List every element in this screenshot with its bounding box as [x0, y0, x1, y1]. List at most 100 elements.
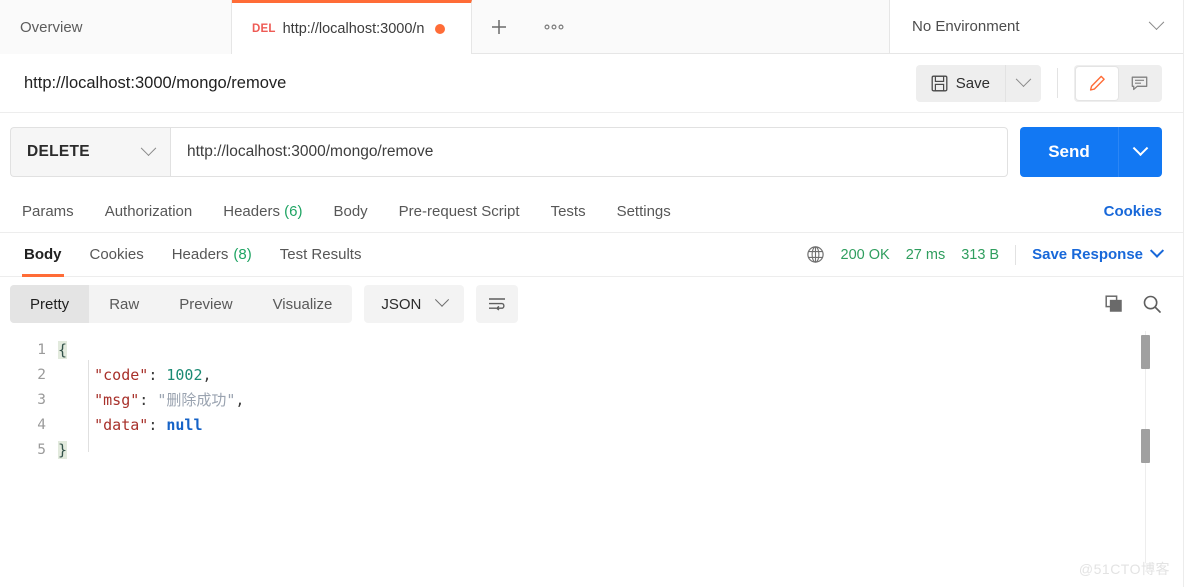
view-pretty[interactable]: Pretty: [10, 285, 90, 323]
url-row: DELETE http://localhost:3000/mongo/remov…: [0, 113, 1184, 191]
tab-strip-filler: [582, 0, 890, 53]
response-tab-body[interactable]: Body: [10, 233, 76, 277]
request-tab-tests[interactable]: Tests: [551, 203, 586, 220]
request-tab-pre-request-script[interactable]: Pre-request Script: [399, 203, 520, 220]
response-tab-label: Body: [24, 246, 62, 263]
response-time: 27 ms: [905, 246, 946, 263]
json-key-data: "data": [94, 415, 149, 434]
divider: [1057, 68, 1058, 98]
line-number: 1: [37, 341, 46, 358]
save-button-label: Save: [955, 74, 990, 92]
save-button[interactable]: Save: [915, 64, 1005, 102]
http-method-value: DELETE: [27, 143, 90, 160]
chevron-down-icon: [1015, 70, 1032, 87]
code-line: 1 {: [0, 337, 1184, 362]
language-select[interactable]: JSON: [364, 285, 465, 323]
response-tab-label: Headers: [171, 246, 229, 263]
json-value-msg: 删除成功: [166, 391, 227, 409]
search-icon[interactable]: [1142, 294, 1162, 314]
request-tab-settings[interactable]: Settings: [617, 203, 671, 220]
request-tab-body[interactable]: Body: [333, 203, 367, 220]
brace-close: }: [58, 440, 68, 459]
view-preview[interactable]: Preview: [159, 285, 252, 323]
view-raw[interactable]: Raw: [89, 285, 159, 323]
response-tab-test-results[interactable]: Test Results: [266, 233, 376, 277]
tab-request-title: http://localhost:3000/n: [282, 20, 425, 37]
save-button-group: Save: [915, 64, 1041, 102]
chevron-down-icon: [1132, 139, 1149, 156]
line-number: 2: [37, 366, 46, 383]
response-meta: 200 OK 27 ms 313 B Save Response: [806, 243, 1165, 265]
response-tabs: Body Cookies Headers (8) Test Results: [10, 233, 375, 277]
response-tab-label: Cookies: [89, 246, 144, 263]
request-tab-authorization[interactable]: Authorization: [105, 203, 193, 220]
response-tab-headers[interactable]: Headers (8): [158, 233, 266, 277]
save-options-button[interactable]: [1005, 64, 1041, 102]
save-response-button[interactable]: Save Response: [1032, 243, 1165, 263]
json-value-msg-quoted: "删除成功": [157, 391, 236, 409]
url-input-value: http://localhost:3000/mongo/remove: [187, 143, 434, 160]
floppy-disk-icon: [931, 75, 948, 91]
response-body-viewer[interactable]: 1 { 2 "code": 1002, 3 "msg": "删除成功", 4 "…: [0, 331, 1184, 563]
indent-guide: [88, 360, 89, 452]
scrollbar-thumb-outer[interactable]: [1141, 429, 1150, 463]
pencil-icon: [1089, 75, 1105, 91]
copy-icon[interactable]: [1104, 294, 1124, 314]
save-response-label: Save Response: [1032, 246, 1143, 263]
request-tab-params[interactable]: Params: [22, 203, 74, 220]
send-options-button[interactable]: [1118, 127, 1162, 177]
environment-selector[interactable]: No Environment: [890, 0, 1184, 53]
url-input[interactable]: http://localhost:3000/mongo/remove: [170, 127, 1008, 177]
new-tab-button[interactable]: [472, 0, 526, 53]
brace-open: {: [58, 340, 68, 359]
view-preview-label: Preview: [179, 295, 233, 313]
ellipsis-icon: [544, 23, 564, 29]
request-title-row: http://localhost:3000/mongo/remove Save: [0, 54, 1184, 113]
line-number: 4: [37, 416, 46, 433]
send-button[interactable]: Send: [1020, 127, 1118, 177]
language-value: JSON: [381, 295, 422, 313]
scrollbar-thumb-inner[interactable]: [1141, 335, 1150, 369]
request-tab-label: Tests: [550, 203, 586, 220]
json-key-msg: "msg": [94, 391, 140, 409]
watermark: @51CTO博客: [1078, 561, 1170, 577]
chevron-down-icon: [1149, 243, 1165, 258]
wrap-lines-button[interactable]: [476, 285, 519, 323]
request-tab-label: Settings: [616, 203, 671, 220]
title-actions: Save: [915, 64, 1162, 102]
http-method-select[interactable]: DELETE: [10, 127, 170, 177]
code-line-content: }: [58, 440, 68, 459]
view-mode-toggle: [1074, 64, 1162, 102]
request-tab-label: Pre-request Script: [398, 203, 520, 220]
page-title: http://localhost:3000/mongo/remove: [24, 73, 287, 92]
response-tab-cookies[interactable]: Cookies: [76, 233, 158, 277]
unsaved-changes-dot: [434, 23, 445, 34]
response-status: 200 OK: [840, 246, 890, 263]
response-format-bar: Pretty Raw Preview Visualize JSON: [0, 277, 1184, 331]
tab-options-button[interactable]: [526, 0, 582, 53]
cookies-link[interactable]: Cookies: [1104, 203, 1162, 220]
chevron-down-icon: [435, 292, 450, 307]
tab-overview[interactable]: Overview: [0, 0, 232, 54]
view-visualize[interactable]: Visualize: [253, 285, 353, 323]
send-button-label: Send: [1048, 142, 1090, 161]
request-tab-label: Authorization: [104, 203, 193, 220]
tab-request-active[interactable]: DEL http://localhost:3000/n: [232, 0, 472, 54]
tab-overview-label: Overview: [20, 18, 83, 36]
globe-icon[interactable]: [806, 245, 825, 264]
request-tabs-row: Params Authorization Headers (6) Body Pr…: [0, 191, 1184, 233]
comments-button[interactable]: [1118, 67, 1160, 100]
code-line: 4 "data": null: [0, 412, 1184, 437]
method-url-group: DELETE http://localhost:3000/mongo/remov…: [10, 127, 1008, 177]
code-line-content: "code": 1002,: [94, 365, 212, 384]
request-tab-headers[interactable]: Headers (6): [223, 203, 302, 220]
edit-request-button[interactable]: [1076, 66, 1118, 100]
line-number: 5: [37, 441, 46, 458]
code-line-content: {: [58, 340, 68, 359]
code-line: 2 "code": 1002,: [0, 362, 1184, 387]
response-actions: [1104, 294, 1162, 314]
plus-icon: [492, 19, 506, 34]
response-size: 313 B: [961, 246, 1000, 263]
chevron-down-icon: [1148, 14, 1165, 31]
request-tab-label: Body: [333, 203, 368, 220]
